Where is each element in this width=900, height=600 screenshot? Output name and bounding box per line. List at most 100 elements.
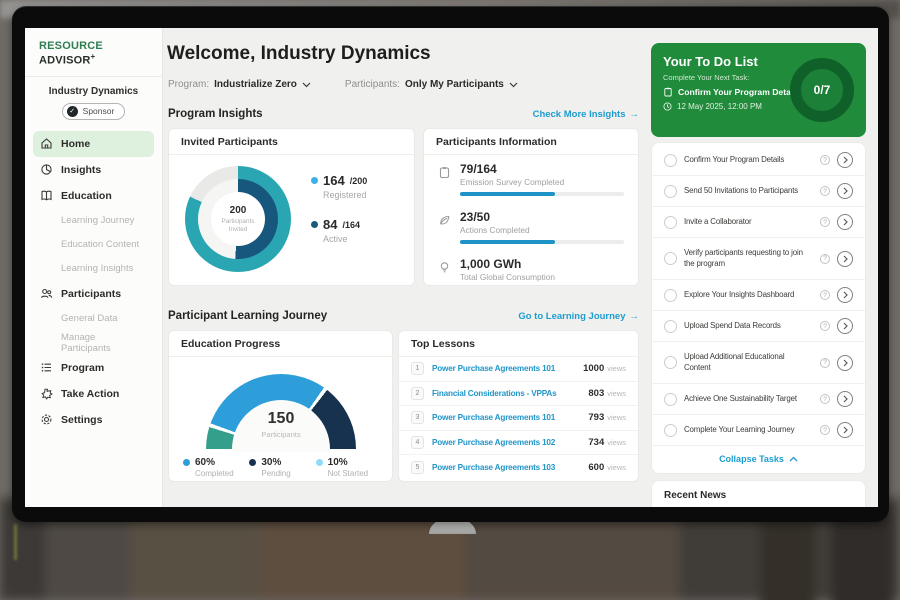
go-to-learning-journey-link[interactable]: Go to Learning Journey →	[518, 311, 639, 322]
lesson-views: 803	[588, 388, 604, 399]
legend-dot	[311, 177, 318, 184]
sidebar-item-label: Program	[61, 362, 104, 374]
participants-filter[interactable]: Participants: Only My Participants	[345, 79, 518, 90]
lesson-rank: 1	[411, 362, 424, 375]
card-title: Participants Information	[424, 129, 638, 155]
info-icon[interactable]: ?	[820, 321, 830, 331]
task-go-button[interactable]	[837, 391, 853, 407]
info-icon[interactable]: ?	[820, 394, 830, 404]
todo-next-task-label: Confirm Your Program Details	[678, 87, 800, 97]
chevron-right-icon	[843, 218, 848, 226]
legend-value: 30%	[261, 457, 281, 468]
dashboard-screen: RESOURCE ADVISOR+ Industry Dynamics ✓ Sp…	[25, 28, 878, 507]
insights-icon	[40, 163, 53, 176]
legend-label: Pending	[261, 469, 315, 478]
sponsor-label: Sponsor	[83, 106, 115, 116]
info-icon[interactable]: ?	[820, 254, 830, 264]
arrow-right-icon: →	[630, 109, 640, 120]
lesson-row: 2 Financial Considerations - VPPAs 803 v…	[399, 382, 638, 407]
task-go-button[interactable]	[837, 183, 853, 199]
todo-due-label: 12 May 2025, 12:00 PM	[677, 102, 762, 111]
legend-total: /200	[350, 176, 368, 186]
legend-label: Registered	[323, 190, 367, 200]
org-name: Industry Dynamics	[25, 86, 162, 97]
task-checkbox[interactable]	[664, 185, 677, 198]
todo-progress-ring: 0/7	[790, 58, 854, 122]
stat-label: Actions Completed	[460, 225, 624, 235]
sidebar-item-general-data[interactable]: General Data	[33, 307, 154, 331]
info-icon[interactable]: ?	[820, 425, 830, 435]
task-checkbox[interactable]	[664, 216, 677, 229]
task-go-button[interactable]	[837, 422, 853, 438]
info-icon[interactable]: ?	[820, 358, 830, 368]
task-checkbox[interactable]	[664, 393, 677, 406]
program-insights-header: Program Insights Check More Insights →	[168, 108, 639, 120]
chevron-right-icon	[843, 322, 848, 330]
task-label: Invite a Collaborator	[684, 217, 813, 227]
lesson-views-label: views	[607, 389, 626, 398]
task-go-button[interactable]	[837, 318, 853, 334]
lesson-rank: 5	[411, 461, 424, 474]
lesson-link[interactable]: Financial Considerations - VPPAs	[432, 389, 588, 398]
lesson-row: 5 Power Purchase Agreements 103 600 view…	[399, 455, 638, 480]
task-row: Verify participants requesting to join t…	[652, 238, 865, 280]
task-go-button[interactable]	[837, 152, 853, 168]
card-title: Top Lessons	[399, 331, 638, 357]
gauge-center: 150 Participants	[206, 410, 356, 439]
sidebar-item-education[interactable]: Education	[33, 183, 154, 209]
sidebar-item-learning-insights[interactable]: Learning Insights	[33, 257, 154, 281]
task-go-button[interactable]	[837, 355, 853, 371]
plant-stem	[14, 524, 17, 560]
stat-value: 79/164	[460, 162, 624, 176]
clipboard-icon	[663, 87, 673, 97]
info-icon[interactable]: ?	[820, 217, 830, 227]
sidebar-item-participants[interactable]: Participants	[33, 281, 154, 307]
invited-legend: 164 /200 Registered 84 /164 Active	[311, 173, 367, 244]
legend-value: 60%	[195, 457, 215, 468]
sidebar-item-take-action[interactable]: Take Action	[33, 381, 154, 407]
legend-item-active: 84 /164 Active	[311, 217, 367, 244]
education-gauge-chart: 150 Participants	[206, 374, 356, 452]
card-title: Invited Participants	[169, 129, 414, 155]
lesson-rank: 3	[411, 411, 424, 424]
task-go-button[interactable]	[837, 214, 853, 230]
task-checkbox[interactable]	[664, 356, 677, 369]
program-filter[interactable]: Program: Industrialize Zero	[168, 79, 311, 90]
lesson-row: 3 Power Purchase Agreements 101 793 view…	[399, 406, 638, 431]
sidebar-item-insights[interactable]: Insights	[33, 157, 154, 183]
collapse-tasks-link[interactable]: Collapse Tasks	[652, 446, 865, 471]
task-row: Complete Your Learning Journey ?	[652, 415, 865, 446]
sidebar-item-manage-participants[interactable]: Manage Participants	[33, 331, 154, 355]
sponsor-badge: ✓ Sponsor	[62, 103, 126, 120]
sidebar-item-learning-journey[interactable]: Learning Journey	[33, 209, 154, 233]
task-go-button[interactable]	[837, 251, 853, 267]
task-checkbox[interactable]	[664, 154, 677, 167]
task-checkbox[interactable]	[664, 252, 677, 265]
task-go-button[interactable]	[837, 287, 853, 303]
clock-icon	[663, 102, 672, 111]
lesson-link[interactable]: Power Purchase Agreements 103	[432, 463, 588, 472]
info-icon[interactable]: ?	[820, 290, 830, 300]
info-icon[interactable]: ?	[820, 186, 830, 196]
lesson-link[interactable]: Power Purchase Agreements 101	[432, 364, 583, 373]
info-icon[interactable]: ?	[820, 155, 830, 165]
participants-filter-value: Only My Participants	[405, 79, 504, 90]
lesson-link[interactable]: Power Purchase Agreements 102	[432, 438, 588, 447]
task-label: Confirm Your Program Details	[684, 155, 813, 165]
sidebar-item-settings[interactable]: Settings	[33, 407, 154, 433]
chevron-right-icon	[843, 395, 848, 403]
program-icon	[40, 361, 53, 374]
sidebar-item-program[interactable]: Program	[33, 355, 154, 381]
task-checkbox[interactable]	[664, 320, 677, 333]
sidebar-item-education-content[interactable]: Education Content	[33, 233, 154, 257]
gauge-center-value: 150	[206, 410, 356, 428]
sidebar-item-home[interactable]: Home	[33, 131, 154, 157]
task-checkbox[interactable]	[664, 289, 677, 302]
section-title: Program Insights	[168, 108, 263, 120]
lesson-link[interactable]: Power Purchase Agreements 101	[432, 413, 588, 422]
check-more-insights-link[interactable]: Check More Insights →	[533, 109, 639, 120]
logo-word-advisor: ADVISOR	[39, 55, 91, 67]
task-checkbox[interactable]	[664, 424, 677, 437]
gauge-legend: 60% Completed 30% Pending 10%	[183, 457, 384, 478]
lesson-views: 1000	[583, 363, 604, 374]
